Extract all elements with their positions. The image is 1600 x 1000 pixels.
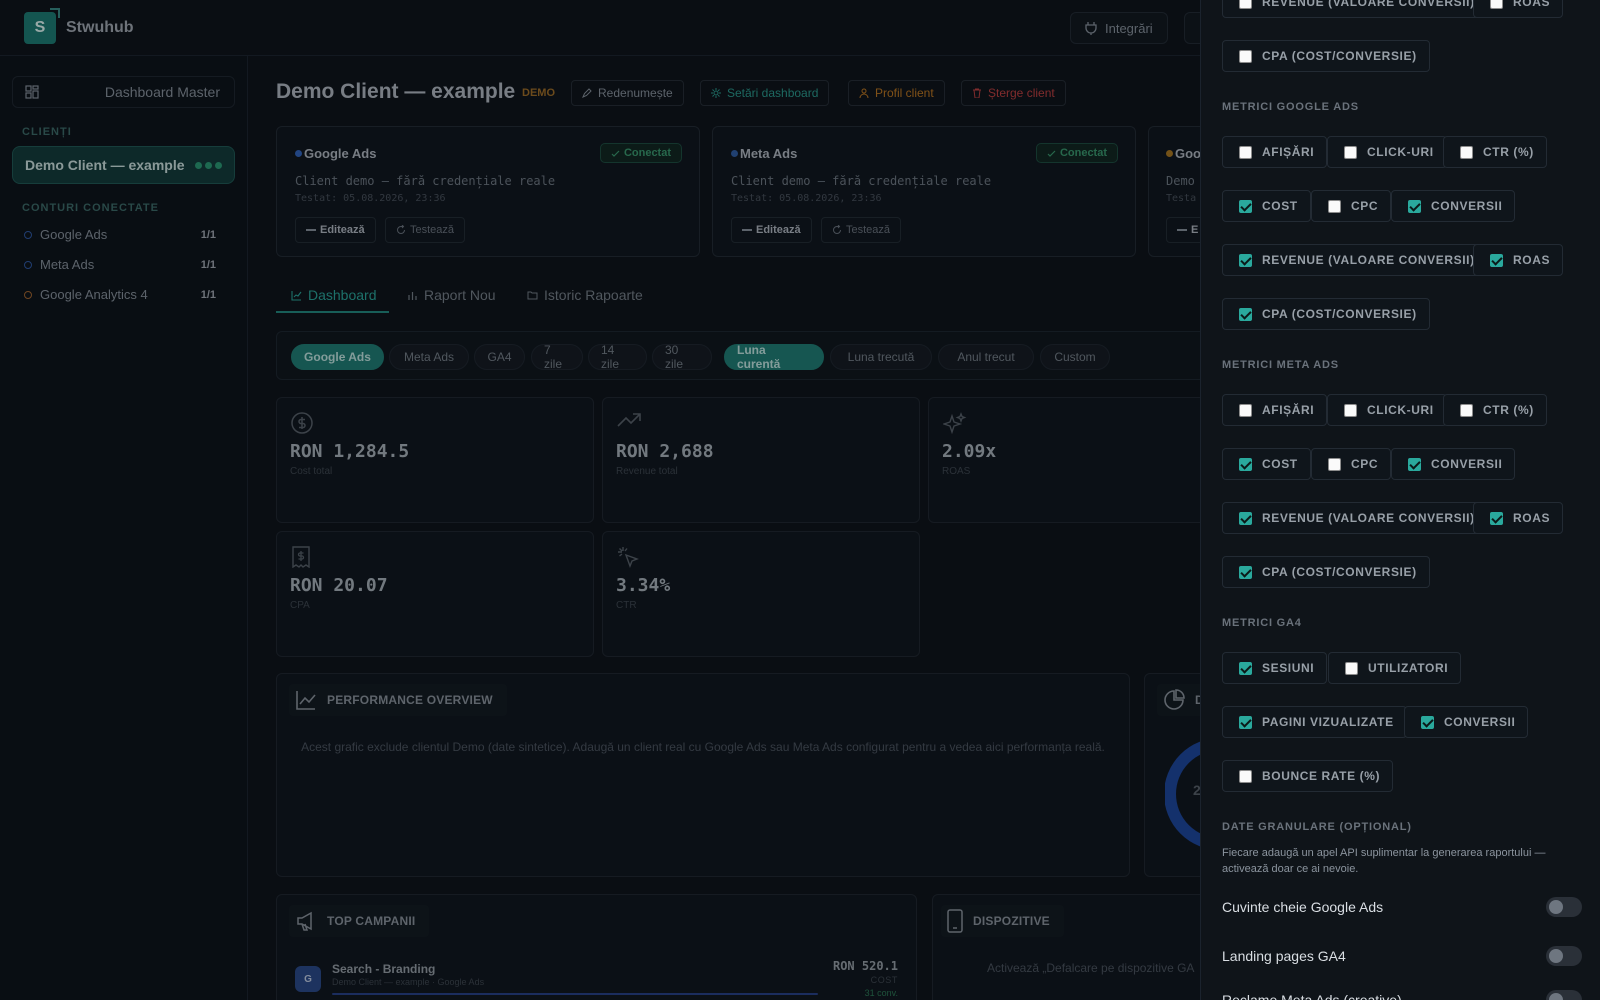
metric-option[interactable]: CPC — [1311, 190, 1392, 222]
metric-label: CTR (%) — [1483, 145, 1534, 159]
metric-label: ROAS — [1513, 253, 1551, 267]
modal-backdrop[interactable] — [0, 0, 1200, 1000]
landing-pages-toggle[interactable] — [1546, 946, 1582, 966]
metric-label: CPA (COST/CONVERSIE) — [1262, 565, 1417, 579]
toggle-row-keywords: Cuvinte cheie Google Ads — [1222, 897, 1582, 917]
metric-label: SESIUNI — [1262, 661, 1315, 675]
checkbox[interactable] — [1239, 565, 1252, 579]
toggle-label: Cuvinte cheie Google Ads — [1222, 899, 1384, 915]
checkbox[interactable] — [1239, 253, 1252, 267]
meta-ads-metrics-heading: METRICI META ADS — [1222, 359, 1339, 371]
toggle-row-landing-pages: Landing pages GA4 — [1222, 946, 1582, 966]
granular-data-desc: Fiecare adaugă un apel API suplimentar l… — [1222, 847, 1546, 875]
metric-option[interactable]: REVENUE (VALOARE CONVERSII) — [1222, 244, 1488, 276]
checkbox[interactable] — [1239, 199, 1252, 213]
checkbox[interactable] — [1239, 49, 1252, 63]
checkbox[interactable] — [1239, 145, 1252, 159]
checkbox[interactable] — [1408, 199, 1421, 213]
google-ads-metrics-heading: METRICI GOOGLE ADS — [1222, 101, 1359, 113]
checkbox[interactable] — [1239, 457, 1252, 471]
metric-label: COST — [1262, 199, 1298, 213]
checkbox[interactable] — [1490, 511, 1503, 525]
metric-label: CONVERSII — [1431, 457, 1503, 471]
toggle-label: Landing pages GA4 — [1222, 948, 1346, 964]
checkbox[interactable] — [1460, 403, 1473, 417]
metric-option[interactable]: SESIUNI — [1222, 652, 1328, 684]
metric-label: REVENUE (VALOARE CONVERSII) — [1262, 0, 1475, 9]
metric-option[interactable]: CLICK-URI — [1327, 136, 1447, 168]
metric-label: CPA (COST/CONVERSIE) — [1262, 307, 1417, 321]
meta-creatives-toggle[interactable] — [1546, 990, 1582, 1000]
metric-option[interactable]: CTR (%) — [1443, 136, 1547, 168]
dashboard-settings-drawer: REVENUE (VALOARE CONVERSII) ROAS CPA (CO… — [1200, 0, 1600, 1000]
metric-label: CPA (COST/CONVERSIE) — [1262, 49, 1417, 63]
checkbox[interactable] — [1239, 0, 1252, 9]
checkbox[interactable] — [1345, 661, 1358, 675]
checkbox[interactable] — [1344, 145, 1357, 159]
metric-option[interactable]: CPA (COST/CONVERSIE) — [1222, 556, 1430, 588]
metric-option[interactable]: CONVERSII — [1404, 706, 1529, 738]
checkbox[interactable] — [1408, 457, 1421, 471]
metric-label: CONVERSII — [1431, 199, 1503, 213]
keywords-toggle[interactable] — [1546, 897, 1582, 917]
metric-option[interactable]: REVENUE (VALOARE CONVERSII) — [1222, 0, 1488, 18]
metric-option[interactable]: COST — [1222, 448, 1311, 480]
metric-label: UTILIZATORI — [1368, 661, 1449, 675]
metric-label: CONVERSII — [1444, 715, 1516, 729]
toggle-row-meta-creatives: Reclame Meta Ads (creative) — [1222, 990, 1582, 1000]
checkbox[interactable] — [1490, 253, 1503, 267]
metric-label: ROAS — [1513, 0, 1551, 9]
metric-option[interactable]: COST — [1222, 190, 1311, 222]
metric-option[interactable]: CPA (COST/CONVERSIE) — [1222, 40, 1430, 72]
metric-option[interactable]: ROAS — [1473, 502, 1564, 534]
metric-option[interactable]: REVENUE (VALOARE CONVERSII) — [1222, 502, 1488, 534]
checkbox[interactable] — [1239, 661, 1252, 675]
metric-option[interactable]: UTILIZATORI — [1328, 652, 1462, 684]
metric-label: ROAS — [1513, 511, 1551, 525]
metric-option[interactable]: CPC — [1311, 448, 1392, 480]
metric-label: REVENUE (VALOARE CONVERSII) — [1262, 253, 1475, 267]
checkbox[interactable] — [1328, 457, 1341, 471]
metric-option[interactable]: ROAS — [1473, 0, 1564, 18]
metric-option[interactable]: CTR (%) — [1443, 394, 1547, 426]
metric-label: CPC — [1351, 457, 1379, 471]
metric-label: AFIȘĂRI — [1262, 403, 1315, 417]
metric-option[interactable]: PAGINI VIZUALIZATE — [1222, 706, 1407, 738]
granular-data-heading: DATE GRANULARE (OPȚIONAL) — [1222, 821, 1412, 833]
metric-option[interactable]: ROAS — [1473, 244, 1564, 276]
checkbox[interactable] — [1460, 145, 1473, 159]
ga4-metrics-heading: METRICI GA4 — [1222, 617, 1302, 629]
metric-label: BOUNCE RATE (%) — [1262, 769, 1381, 783]
toggle-label: Reclame Meta Ads (creative) — [1222, 992, 1402, 1000]
metric-option[interactable]: AFIȘĂRI — [1222, 394, 1328, 426]
metric-label: AFIȘĂRI — [1262, 145, 1315, 159]
metric-option[interactable]: CONVERSII — [1391, 190, 1516, 222]
checkbox[interactable] — [1239, 307, 1252, 321]
metric-option[interactable]: CPA (COST/CONVERSIE) — [1222, 298, 1430, 330]
checkbox[interactable] — [1239, 715, 1252, 729]
metric-label: CLICK-URI — [1367, 403, 1434, 417]
metric-option[interactable]: CONVERSII — [1391, 448, 1516, 480]
metric-option[interactable]: AFIȘĂRI — [1222, 136, 1328, 168]
metric-label: CPC — [1351, 199, 1379, 213]
checkbox[interactable] — [1490, 0, 1503, 9]
metric-label: CLICK-URI — [1367, 145, 1434, 159]
metric-option[interactable]: CLICK-URI — [1327, 394, 1447, 426]
checkbox[interactable] — [1328, 199, 1341, 213]
metric-label: REVENUE (VALOARE CONVERSII) — [1262, 511, 1475, 525]
checkbox[interactable] — [1239, 403, 1252, 417]
checkbox[interactable] — [1344, 403, 1357, 417]
metric-option[interactable]: BOUNCE RATE (%) — [1222, 760, 1394, 792]
checkbox[interactable] — [1421, 715, 1434, 729]
metric-label: CTR (%) — [1483, 403, 1534, 417]
checkbox[interactable] — [1239, 769, 1252, 783]
metric-label: COST — [1262, 457, 1298, 471]
metric-label: PAGINI VIZUALIZATE — [1262, 715, 1394, 729]
checkbox[interactable] — [1239, 511, 1252, 525]
